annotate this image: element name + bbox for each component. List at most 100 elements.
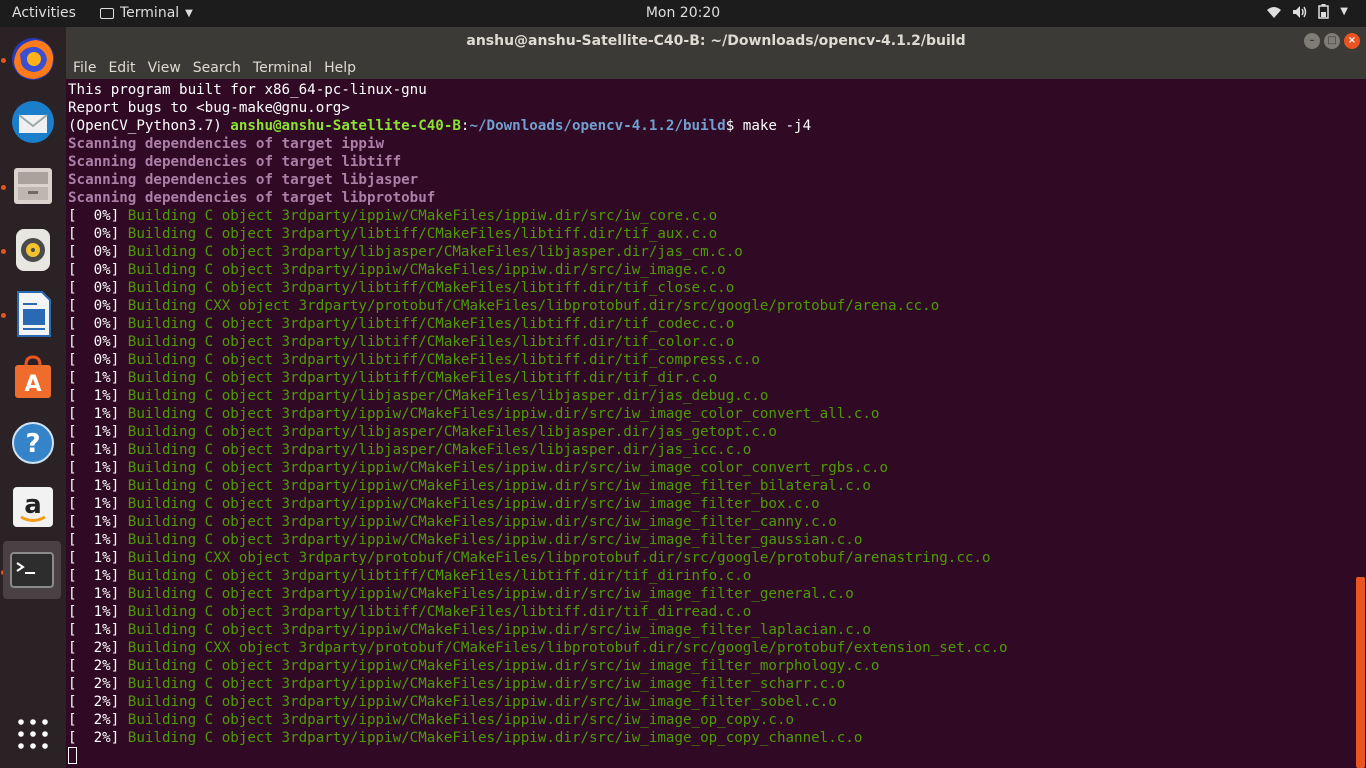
line-text: Report bugs to <bug-make@gnu.org>	[68, 100, 350, 116]
show-applications-button[interactable]	[16, 717, 50, 751]
terminal-line: (OpenCV_Python3.7) anshu@anshu-Satellite…	[68, 117, 811, 135]
terminal-line: [ 0%] Building CXX object 3rdparty/proto…	[68, 297, 939, 315]
terminal-line: [ 2%] Building C object 3rdparty/ippiw/C…	[68, 675, 845, 693]
scrollbar-thumb[interactable]	[1356, 577, 1365, 768]
thunderbird-launcher[interactable]	[6, 95, 60, 149]
terminal-line: [ 1%] Building C object 3rdparty/ippiw/C…	[68, 621, 871, 639]
build-text: Building C object 3rdparty/ippiw/CMakeFi…	[127, 406, 880, 422]
build-text: Building C object 3rdparty/ippiw/CMakeFi…	[127, 676, 846, 692]
terminal-line: Report bugs to <bug-make@gnu.org>	[68, 99, 350, 117]
menu-help[interactable]: Help	[317, 55, 361, 79]
terminal-line: [ 1%] Building C object 3rdparty/ippiw/C…	[68, 459, 888, 477]
menu-search[interactable]: Search	[186, 55, 246, 79]
terminal-cursor-line	[68, 747, 77, 765]
terminal-line: [ 2%] Building CXX object 3rdparty/proto…	[68, 639, 1008, 657]
build-progress: [ 0%]	[68, 280, 128, 296]
build-text: Building C object 3rdparty/ippiw/CMakeFi…	[127, 532, 863, 548]
terminal-line: [ 2%] Building C object 3rdparty/ippiw/C…	[68, 693, 837, 711]
close-button[interactable]: ×	[1344, 33, 1360, 49]
scrollbar[interactable]	[1355, 79, 1366, 768]
build-progress: [ 1%]	[68, 514, 128, 530]
files-icon	[14, 168, 52, 204]
files-launcher[interactable]	[6, 159, 60, 213]
build-text: Building C object 3rdparty/ippiw/CMakeFi…	[127, 712, 795, 728]
writer-launcher[interactable]	[6, 287, 60, 341]
dock: A ? a	[0, 27, 66, 768]
rhythmbox-icon	[16, 229, 50, 271]
window-controls: – □ ×	[1304, 33, 1360, 49]
prompt-path: ~/Downloads/opencv-4.1.2/build	[469, 118, 726, 134]
build-text: Building C object 3rdparty/libtiff/CMake…	[127, 568, 752, 584]
build-text: Building C object 3rdparty/libtiff/CMake…	[127, 370, 718, 386]
terminal-line: [ 1%] Building C object 3rdparty/ippiw/C…	[68, 405, 879, 423]
battery-icon	[1318, 4, 1330, 19]
menu-terminal[interactable]: Terminal	[246, 55, 317, 79]
build-progress: [ 1%]	[68, 442, 128, 458]
grid-icon	[18, 719, 48, 749]
terminal-line: [ 1%] Building C object 3rdparty/libjasp…	[68, 423, 777, 441]
prompt-user: anshu@anshu-Satellite-C40-B	[230, 118, 461, 134]
terminal-output[interactable]: This program built for x86_64-pc-linux-g…	[66, 79, 1355, 768]
build-text: Building C object 3rdparty/ippiw/CMakeFi…	[127, 658, 880, 674]
terminal-line: [ 0%] Building C object 3rdparty/ippiw/C…	[68, 207, 717, 225]
menu-file[interactable]: File	[66, 55, 101, 79]
svg-text:A: A	[24, 372, 41, 397]
thunderbird-icon	[12, 101, 54, 143]
build-progress: [ 1%]	[68, 532, 128, 548]
libreoffice-writer-icon	[17, 291, 51, 337]
ubuntu-software-launcher[interactable]: A	[6, 351, 60, 405]
terminal-line: [ 1%] Building C object 3rdparty/ippiw/C…	[68, 531, 862, 549]
build-text: Building C object 3rdparty/ippiw/CMakeFi…	[127, 208, 718, 224]
terminal-line: [ 1%] Building C object 3rdparty/ippiw/C…	[68, 585, 854, 603]
build-progress: [ 1%]	[68, 622, 128, 638]
build-progress: [ 1%]	[68, 406, 128, 422]
build-progress: [ 1%]	[68, 568, 128, 584]
build-progress: [ 0%]	[68, 244, 128, 260]
firefox-launcher[interactable]	[6, 32, 60, 86]
app-menu[interactable]: Terminal ▼	[100, 5, 193, 21]
menubar: File Edit View Search Terminal Help	[66, 55, 1366, 79]
terminal-line: [ 1%] Building C object 3rdparty/libjasp…	[68, 387, 768, 405]
window-titlebar[interactable]: anshu@anshu-Satellite-C40-B: ~/Downloads…	[66, 27, 1366, 55]
build-progress: [ 2%]	[68, 640, 128, 656]
scan-text: Scanning dependencies of target ippiw	[68, 136, 385, 152]
activities-button[interactable]: Activities	[12, 5, 76, 21]
menu-view[interactable]: View	[141, 55, 186, 79]
terminal-launcher[interactable]	[3, 541, 61, 599]
build-progress: [ 1%]	[68, 478, 128, 494]
help-launcher[interactable]: ?	[6, 416, 60, 470]
amazon-launcher[interactable]: a	[6, 480, 60, 534]
build-progress: [ 1%]	[68, 496, 128, 512]
build-text: Building C object 3rdparty/ippiw/CMakeFi…	[127, 478, 871, 494]
terminal-line: [ 1%] Building C object 3rdparty/ippiw/C…	[68, 477, 871, 495]
build-progress: [ 2%]	[68, 658, 128, 674]
terminal-line: [ 1%] Building C object 3rdparty/libtiff…	[68, 603, 751, 621]
build-text: Building C object 3rdparty/libjasper/CMa…	[127, 442, 752, 458]
maximize-icon: □	[1327, 35, 1337, 46]
menu-edit[interactable]: Edit	[101, 55, 140, 79]
terminal-line: [ 1%] Building C object 3rdparty/libtiff…	[68, 369, 717, 387]
volume-icon	[1293, 5, 1307, 18]
build-text: Building C object 3rdparty/ippiw/CMakeFi…	[127, 730, 863, 746]
build-progress: [ 1%]	[68, 586, 128, 602]
maximize-button[interactable]: □	[1324, 33, 1340, 49]
build-text: Building C object 3rdparty/libtiff/CMake…	[127, 352, 760, 368]
rhythmbox-launcher[interactable]	[6, 223, 60, 277]
build-text: Building C object 3rdparty/libjasper/CMa…	[127, 244, 743, 260]
build-progress: [ 0%]	[68, 262, 128, 278]
terminal-line: [ 1%] Building C object 3rdparty/ippiw/C…	[68, 513, 837, 531]
terminal-line: [ 0%] Building C object 3rdparty/libtiff…	[68, 225, 717, 243]
minimize-button[interactable]: –	[1304, 33, 1320, 49]
build-text: Building C object 3rdparty/libtiff/CMake…	[127, 316, 735, 332]
terminal-line: [ 2%] Building C object 3rdparty/ippiw/C…	[68, 729, 862, 747]
system-tray[interactable]: ▼	[1266, 4, 1348, 19]
clock[interactable]: Mon 20:20	[646, 5, 720, 21]
system-menu-caret-icon: ▼	[1340, 6, 1348, 17]
build-progress: [ 1%]	[68, 388, 128, 404]
top-panel: Activities Terminal ▼ Mon 20:20 ▼	[0, 0, 1366, 27]
terminal-line: [ 0%] Building C object 3rdparty/libtiff…	[68, 315, 734, 333]
build-text: Building CXX object 3rdparty/protobuf/CM…	[127, 550, 991, 566]
wifi-icon	[1267, 6, 1282, 18]
build-progress: [ 1%]	[68, 550, 128, 566]
build-text: Building C object 3rdparty/libtiff/CMake…	[127, 226, 718, 242]
